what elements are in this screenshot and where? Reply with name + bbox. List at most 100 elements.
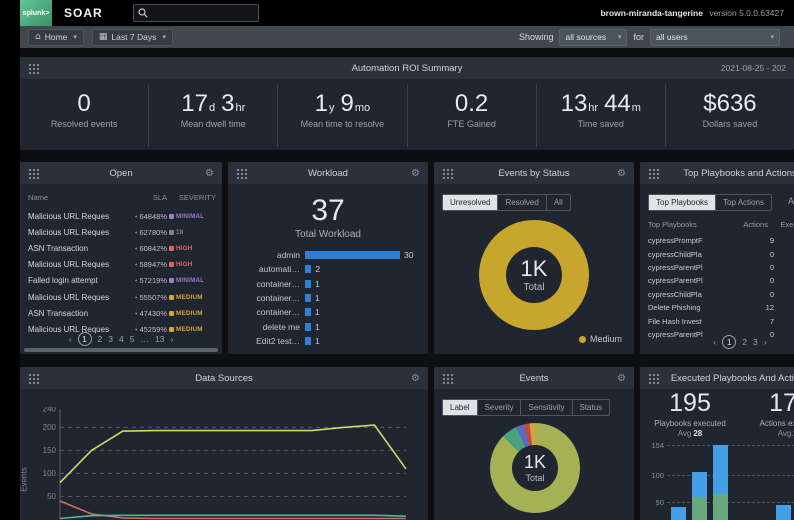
panel-title: Executed Playbooks And Actions bbox=[670, 372, 794, 384]
drag-handle-icon[interactable] bbox=[28, 168, 40, 179]
panel-header: Events by Status ⚙ bbox=[434, 162, 634, 184]
drag-handle-icon[interactable] bbox=[236, 168, 248, 179]
pager-ellipsis: … bbox=[140, 334, 149, 344]
stacked-bar[interactable] bbox=[692, 472, 707, 520]
drag-handle-icon[interactable] bbox=[648, 168, 660, 179]
events-tab-sensitivity[interactable]: Sensitivity bbox=[521, 400, 573, 415]
drag-handle-icon[interactable] bbox=[28, 63, 40, 74]
playbook-row[interactable]: File Hash Invest 7 17 min bbox=[648, 314, 794, 327]
events-tab-status[interactable]: Status bbox=[573, 400, 610, 415]
search-input[interactable] bbox=[147, 7, 254, 19]
status-tab-unresolved[interactable]: Unresolved bbox=[443, 195, 499, 210]
time-range-button[interactable]: ▦ Last 7 Days ▾ bbox=[91, 28, 173, 46]
severity-dot bbox=[169, 278, 174, 284]
event-row[interactable]: Malicious URL Request Attempt •58947% HI… bbox=[28, 257, 216, 273]
pager-next-button[interactable]: › bbox=[170, 334, 173, 344]
horizontal-scrollbar[interactable] bbox=[24, 348, 218, 352]
svg-text:240: 240 bbox=[43, 407, 57, 414]
users-select[interactable]: all users ▾ bbox=[650, 28, 780, 46]
playbook-name: cypressParentPl bbox=[648, 276, 703, 286]
workload-bar-row[interactable]: container… 1 bbox=[238, 277, 424, 291]
sources-select[interactable]: all sources ▾ bbox=[559, 28, 628, 46]
panel-title: Data Sources bbox=[195, 372, 253, 384]
workload-bar-row[interactable]: container… 1 bbox=[238, 305, 424, 319]
playbook-row[interactable]: cypressPromptF 9 52 sec bbox=[648, 234, 794, 247]
gear-icon[interactable]: ⚙ bbox=[617, 168, 626, 179]
pager-next-button[interactable]: › bbox=[764, 337, 767, 347]
event-name: Malicious URL Request Attempt bbox=[28, 292, 109, 302]
pager-prev-button[interactable]: ‹ bbox=[69, 334, 72, 344]
drag-handle-icon[interactable] bbox=[28, 373, 40, 384]
playbooks-tab-top-actions[interactable]: Top Actions bbox=[716, 195, 771, 210]
workload-bar-row[interactable]: Edit2 test… 1 bbox=[238, 334, 424, 348]
drag-handle-icon[interactable] bbox=[442, 168, 454, 179]
drag-handle-icon[interactable] bbox=[442, 373, 454, 384]
workload-owner-label: admin bbox=[276, 250, 300, 261]
workload-bar-value: 1 bbox=[315, 307, 320, 318]
playbook-row[interactable]: cypressChildPla 0 0.6 sec bbox=[648, 247, 794, 260]
pager-page-2[interactable]: 2 bbox=[742, 337, 747, 347]
data-sources-line-chart[interactable]: 240 200 150 100 50 bbox=[34, 405, 414, 520]
home-menu-button[interactable]: ⌂ Home ▾ bbox=[28, 28, 84, 46]
status-tab-resolved[interactable]: Resolved bbox=[498, 195, 547, 210]
stacked-bar[interactable] bbox=[776, 505, 791, 520]
home-label: Home bbox=[44, 32, 68, 42]
workload-bar bbox=[305, 308, 311, 317]
event-row[interactable]: Malicious URL Request Attempt •64848% MI… bbox=[28, 208, 216, 224]
panel-title: Events by Status bbox=[498, 167, 570, 179]
event-row[interactable]: ASN Transaction • 60842% HIGH bbox=[28, 240, 216, 256]
pager-page-1[interactable]: 1 bbox=[77, 332, 92, 346]
home-icon: ⌂ bbox=[35, 32, 41, 42]
panel-title: Top Playbooks and Actions bbox=[683, 167, 794, 179]
splunk-logo-text: splunk> bbox=[22, 9, 50, 17]
donut-center: 1K Total bbox=[506, 247, 562, 303]
events-donut-chart[interactable]: 1K Total bbox=[490, 423, 580, 513]
event-row[interactable]: Malicious URL Request Attempt •62780% 18 bbox=[28, 224, 216, 240]
column-sla: SLA bbox=[152, 193, 167, 202]
gear-icon[interactable]: ⚙ bbox=[411, 373, 420, 384]
pager-page-1[interactable]: 1 bbox=[722, 335, 737, 349]
gear-icon[interactable]: ⚙ bbox=[411, 168, 420, 179]
splunk-logo[interactable]: splunk> bbox=[20, 0, 52, 26]
events-status-donut-chart[interactable]: 1K Total bbox=[479, 220, 589, 330]
workload-bar-chart: admin 30 automati… 2 container… 1 contai… bbox=[238, 248, 424, 348]
pager-page-13[interactable]: 13 bbox=[155, 334, 164, 344]
event-row[interactable]: Failed login attempt • 57219% MINIMAL bbox=[28, 273, 216, 289]
event-row[interactable]: Malicious URL Request Attempt •55507% ME… bbox=[28, 289, 216, 305]
workload-bar-row[interactable]: automati… 2 bbox=[238, 262, 424, 276]
gear-icon[interactable]: ⚙ bbox=[617, 373, 626, 384]
workload-bar-row[interactable]: delete me 1 bbox=[238, 319, 424, 333]
events-tab-severity[interactable]: Severity bbox=[478, 400, 522, 415]
playbook-row[interactable]: cypressChildPla 0 0.5 sec bbox=[648, 288, 794, 301]
pager-page-2[interactable]: 2 bbox=[98, 334, 103, 344]
playbook-row[interactable]: cypressParentPl 0 1.9 sec bbox=[648, 261, 794, 274]
pager-page-3[interactable]: 3 bbox=[108, 334, 113, 344]
playbook-row[interactable]: Delete Phishing 12 3.8 sec bbox=[648, 301, 794, 314]
event-name: Malicious URL Request Attempt bbox=[28, 260, 109, 270]
roi-stat-value: 0.2 bbox=[454, 90, 489, 117]
status-tab-all[interactable]: All bbox=[547, 195, 570, 210]
events-tabs: Label Severity Sensitivity Status bbox=[442, 399, 611, 416]
stat-label: Playbooks executed bbox=[654, 419, 726, 428]
sources-value: all sources bbox=[565, 32, 607, 42]
severity-dot bbox=[169, 213, 174, 219]
playbook-execute-time: 1.8 sec bbox=[774, 276, 794, 285]
drag-handle-icon[interactable] bbox=[648, 373, 660, 384]
pager-page-4[interactable]: 4 bbox=[119, 334, 124, 344]
events-tab-label[interactable]: Label bbox=[443, 400, 478, 415]
severity-badge: 18 bbox=[176, 228, 184, 236]
event-row[interactable]: ASN Transaction • 47430% MEDIUM bbox=[28, 305, 216, 321]
workload-bar bbox=[305, 279, 311, 288]
stacked-bar[interactable] bbox=[713, 445, 728, 520]
playbook-row[interactable]: cypressParentPl 0 1.8 sec bbox=[648, 274, 794, 287]
workload-bar-row[interactable]: container… 1 bbox=[238, 291, 424, 305]
gear-icon[interactable]: ⚙ bbox=[205, 168, 214, 179]
stacked-bar[interactable] bbox=[671, 506, 686, 520]
pager-page-3[interactable]: 3 bbox=[753, 337, 758, 347]
pager-page-5[interactable]: 5 bbox=[130, 334, 135, 344]
search-box[interactable] bbox=[132, 4, 259, 22]
actions-executed-stat: 179 Actions executed Avg26 bbox=[740, 391, 794, 439]
workload-bar-row[interactable]: admin 30 bbox=[238, 248, 424, 262]
playbooks-tab-top-playbooks[interactable]: Top Playbooks bbox=[649, 195, 717, 210]
pager-prev-button[interactable]: ‹ bbox=[713, 337, 716, 347]
